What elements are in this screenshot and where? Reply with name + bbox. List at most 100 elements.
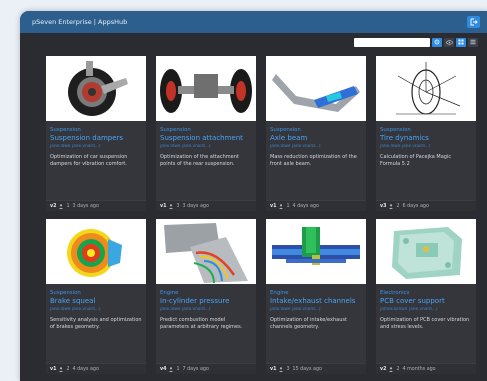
app-card[interactable]: Electronics PCB cover support james.brow…	[376, 219, 476, 374]
app-updated: 6 days ago	[402, 203, 429, 209]
list-view-button[interactable]	[468, 37, 478, 47]
app-category: Electronics	[380, 290, 410, 296]
app-card[interactable]: Suspension Brake squeal jane.lowe jane.v…	[46, 219, 146, 374]
app-category: Suspension	[160, 127, 191, 133]
app-description: Calculation of Pacejka Magic Formula 5.2	[380, 154, 452, 168]
app-footer: v1 3 15 days ago	[266, 363, 366, 374]
app-user-count: 2	[396, 203, 400, 209]
app-updated: 7 days ago	[182, 366, 209, 372]
app-version: v1	[50, 366, 57, 372]
app-authors[interactable]: jane.lowe jane.vnord...)	[160, 307, 256, 312]
app-thumbnail	[46, 219, 146, 284]
app-description: Optimization of intake/exhaust channels …	[270, 317, 347, 331]
app-description: Predict combustion model parameters at a…	[160, 317, 243, 331]
app-card[interactable]: Suspension Suspension dampers jane.lowe …	[46, 56, 146, 211]
app-description: Optimization of PCB cover vibration and …	[380, 317, 470, 331]
gear-icon	[434, 39, 440, 45]
app-updated: 4 months ago	[402, 366, 436, 372]
window-title: pSeven Enterprise | AppsHub	[32, 18, 128, 26]
app-description: Optimization of car suspension dampers f…	[50, 154, 128, 168]
app-updated: 15 days ago	[292, 366, 322, 372]
grid-view-button[interactable]	[456, 37, 466, 47]
app-category: Suspension	[50, 127, 81, 133]
app-thumbnail	[266, 56, 366, 121]
app-updated: 4 days ago	[72, 366, 99, 372]
logout-icon	[470, 18, 478, 26]
app-version: v4	[160, 366, 167, 372]
app-updated: 3 days ago	[72, 203, 99, 209]
app-authors[interactable]: jane.lowe jane.vnord...)	[270, 307, 366, 312]
app-version: v2	[380, 366, 387, 372]
user-icon	[389, 366, 394, 372]
app-authors[interactable]: jane.lowe jane.vnord...)	[160, 144, 256, 149]
suspension-attachment-image	[160, 69, 252, 113]
list-view-icon	[470, 39, 476, 45]
app-footer: v2 2 4 months ago	[376, 363, 476, 374]
app-user-count: 1	[286, 203, 290, 209]
axle-beam-image	[272, 74, 360, 112]
settings-button[interactable]	[432, 37, 442, 47]
intake-exhaust-channels-image	[272, 227, 360, 265]
app-name-link[interactable]: Intake/exhaust channels	[270, 297, 366, 305]
app-footer: v3 2 6 days ago	[376, 200, 476, 211]
toolbar	[354, 37, 478, 47]
search-input[interactable]	[354, 37, 430, 47]
app-footer: v1 1 4 days ago	[266, 200, 366, 211]
visibility-button[interactable]	[444, 37, 454, 47]
app-authors[interactable]: jane.lowe jane.vnord...)	[50, 144, 146, 149]
app-version: v1	[270, 366, 277, 372]
app-version: v2	[50, 203, 57, 209]
app-card[interactable]: Engine In-cylinder pressure jane.lowe ja…	[156, 219, 256, 374]
logout-button[interactable]	[467, 16, 480, 28]
app-footer: v1 2 4 days ago	[46, 363, 146, 374]
app-user-count: 1	[176, 366, 180, 372]
app-authors[interactable]: james.brown jane.vnord...)	[380, 307, 476, 312]
app-version: v1	[270, 203, 277, 209]
app-version: v1	[160, 203, 167, 209]
app-category: Suspension	[270, 127, 301, 133]
app-user-count: 3	[286, 366, 290, 372]
app-updated: 4 days ago	[292, 203, 319, 209]
user-icon	[169, 203, 174, 209]
user-icon	[59, 203, 64, 209]
app-authors[interactable]: jane.lowe jane.vnord...)	[380, 144, 476, 149]
user-icon	[279, 366, 284, 372]
app-name-link[interactable]: Tire dynamics	[380, 134, 476, 142]
app-name-link[interactable]: Axle beam	[270, 134, 366, 142]
eye-icon	[445, 39, 453, 45]
grid-view-icon	[458, 39, 464, 45]
app-description: Optimization of the attachment points of…	[160, 154, 239, 168]
app-card[interactable]: Engine Intake/exhaust channels jane.lowe…	[266, 219, 366, 374]
app-category: Suspension	[380, 127, 411, 133]
suspension-damper-image	[68, 61, 128, 116]
user-icon	[389, 203, 394, 209]
app-category: Engine	[270, 290, 289, 296]
app-name-link[interactable]: In-cylinder pressure	[160, 297, 256, 305]
app-user-count: 2	[396, 366, 400, 372]
app-authors[interactable]: jane.lowe jane.vnord...)	[270, 144, 366, 149]
app-name-link[interactable]: Brake squeal	[50, 297, 146, 305]
app-user-count: 1	[66, 203, 70, 209]
app-footer: v2 1 3 days ago	[46, 200, 146, 211]
app-thumbnail	[156, 219, 256, 284]
app-card[interactable]: Suspension Axle beam jane.lowe jane.vnor…	[266, 56, 366, 211]
app-card[interactable]: Suspension Suspension attachment jane.lo…	[156, 56, 256, 211]
app-thumbnail	[46, 56, 146, 121]
app-thumbnail	[376, 219, 476, 284]
app-thumbnail	[156, 56, 256, 121]
app-category: Suspension	[50, 290, 81, 296]
app-user-count: 2	[66, 366, 70, 372]
app-footer: v4 1 7 days ago	[156, 363, 256, 374]
app-authors[interactable]: jane.lowe jane.vnord...)	[50, 307, 146, 312]
tire-dynamics-image	[396, 62, 461, 115]
app-name-link[interactable]: PCB cover support	[380, 297, 476, 305]
app-updated: 3 days ago	[182, 203, 209, 209]
app-card[interactable]: Suspension Tire dynamics jane.lowe jane.…	[376, 56, 476, 211]
app-thumbnail	[266, 219, 366, 284]
app-header: pSeven Enterprise | AppsHub	[20, 11, 487, 33]
app-name-link[interactable]: Suspension dampers	[50, 134, 146, 142]
user-icon	[169, 366, 174, 372]
apps-hub-window: pSeven Enterprise | AppsHub Suspension S…	[20, 11, 487, 381]
app-name-link[interactable]: Suspension attachment	[160, 134, 256, 142]
user-icon	[279, 203, 284, 209]
